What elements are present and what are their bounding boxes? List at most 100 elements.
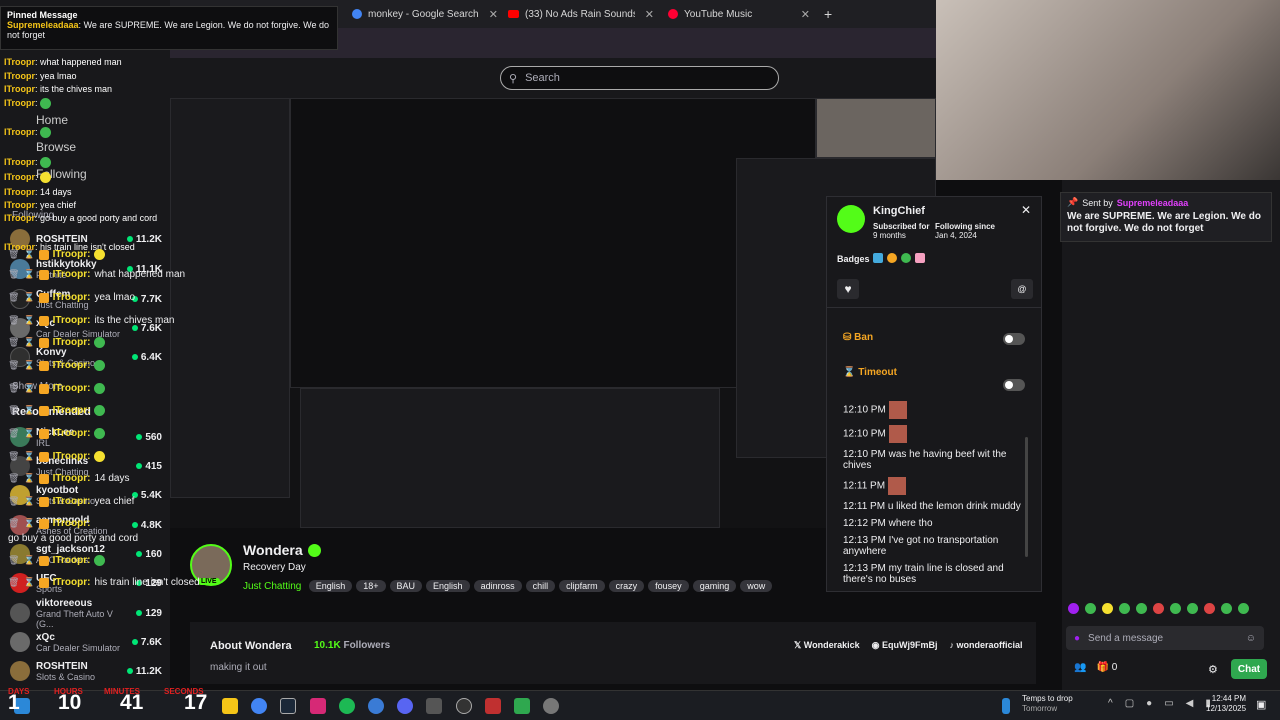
network-icon[interactable]: ▭ [1164,698,1173,709]
chat-user[interactable]: ITroopr: [53,405,91,416]
chat-send-button[interactable]: Chat [1231,659,1267,679]
chat-user[interactable]: ITroopr: [53,315,91,326]
settings-icon[interactable] [543,698,559,714]
delete-icon[interactable]: 🗑 [8,337,19,348]
tag-chip[interactable]: chill [525,580,556,592]
volume-icon[interactable]: ◀ [1186,698,1194,709]
mic-icon[interactable]: ● [1146,698,1152,709]
timeout-icon[interactable]: ⌛ [23,249,34,260]
chat-user[interactable]: ITroopr: [53,249,91,260]
chat-message-input[interactable]: ● Send a message ☺ [1066,626,1264,650]
category-link[interactable]: Just Chatting [243,581,301,592]
chat-user[interactable]: ITroopr: [53,473,91,484]
delete-icon[interactable]: 🗑 [8,518,19,529]
timeout-icon[interactable]: ⌛ [23,496,34,507]
heart-icon[interactable]: ♥ [837,279,859,299]
x-link[interactable]: 𝕏 Wonderakick [794,640,860,651]
tag-chip[interactable]: 18+ [356,580,386,592]
kick-icon[interactable] [514,698,530,714]
timeout-icon[interactable]: ⌛ [23,337,34,348]
tab-youtube-music[interactable]: YouTube Music ✕ [668,4,810,24]
discord-icon[interactable] [397,698,413,714]
users-icon[interactable]: 👥 [1074,662,1086,673]
timeout-icon[interactable]: ⌛ [23,577,34,588]
chat-user[interactable]: ITroopr: [53,577,91,588]
search-input[interactable]: ⚲ Search [500,66,779,90]
timeout-icon[interactable]: ⌛ [23,518,34,529]
timeout-icon[interactable]: ⌛ [23,360,34,371]
app-icon[interactable] [426,698,442,714]
emote-icon[interactable] [1187,603,1198,614]
weather-widget[interactable]: Temps to drop Tomorrow [1022,694,1073,714]
streamer-name[interactable]: Wondera [243,542,303,558]
delete-icon[interactable]: 🗑 [8,473,19,484]
timeout-icon[interactable]: ⌛ [23,383,34,394]
chat-user[interactable]: ITroopr: [53,337,91,348]
tag-chip[interactable]: gaming [692,580,737,592]
scrollbar[interactable] [1025,437,1028,557]
emote-icon[interactable] [1136,603,1147,614]
delete-icon[interactable]: 🗑 [8,555,19,566]
tag-chip[interactable]: BAU [389,580,423,592]
emote-icon[interactable] [1204,603,1215,614]
delete-icon[interactable]: 🗑 [8,496,19,507]
emote-icon[interactable] [1119,603,1130,614]
emote-icon[interactable] [1153,603,1164,614]
tab-rain-sounds[interactable]: (33) No Ads Rain Sounds for Sle ✕ [508,4,654,24]
timeout-icon[interactable]: ⌛ [23,428,34,439]
tag-chip[interactable]: fousey [648,580,689,592]
chat-user[interactable]: ITroopr: [53,383,91,394]
app-icon[interactable] [368,698,384,714]
timeout-icon[interactable]: ⌛ [23,555,34,566]
emoji-icon[interactable]: ☺ [1246,633,1256,644]
delete-icon[interactable]: 🗑 [8,315,19,326]
timeout-icon[interactable]: ⌛ [23,451,34,462]
delete-icon[interactable]: 🗑 [8,249,19,260]
delete-icon[interactable]: 🗑 [8,451,19,462]
sidebar-item-viktoreeous[interactable]: viktoreeous Grand Theft Auto V (G... 129 [10,598,162,629]
chat-user[interactable]: ITroopr: [53,518,91,529]
discord-link[interactable]: ◉ EquWj9FmBj [872,640,938,651]
chat-user[interactable]: ITroopr: [53,451,91,462]
delete-icon[interactable]: 🗑 [8,292,19,303]
chat-user[interactable]: ITroopr: [53,555,91,566]
file-explorer-icon[interactable] [222,698,238,714]
chat-user[interactable]: ITroopr: [53,360,91,371]
tag-chip[interactable]: adinross [473,580,522,592]
steam-icon[interactable] [280,698,296,714]
tiktok-link[interactable]: ♪ wonderaofficial [949,640,1022,651]
notification-icon[interactable]: ▣ [1256,698,1266,711]
close-icon[interactable]: ✕ [1021,203,1031,217]
settings-icon[interactable]: ⚙ [1208,663,1218,676]
close-icon[interactable]: ✕ [801,8,810,21]
chat-user[interactable]: ITroopr: [53,428,91,439]
tray-icon[interactable]: ▢ [1125,698,1134,709]
ban-toggle[interactable] [1003,333,1025,345]
emote-icon[interactable] [1085,603,1096,614]
chat-user[interactable]: ITroopr: [53,292,91,303]
timeout-toggle[interactable] [1003,379,1025,391]
delete-icon[interactable]: 🗑 [8,383,19,394]
timeout-icon[interactable]: ⌛ [23,405,34,416]
new-tab-button[interactable]: + [824,4,832,24]
emote-icon[interactable] [1221,603,1232,614]
delete-icon[interactable]: 🗑 [8,269,19,280]
chrome-icon[interactable] [251,698,267,714]
instagram-icon[interactable] [310,698,326,714]
tag-chip[interactable]: English [308,580,353,592]
nav-browse[interactable]: Browse [36,140,76,154]
tab-google-search[interactable]: monkey - Google Search ✕ [352,4,498,24]
emote-icon[interactable] [1238,603,1249,614]
delete-icon[interactable]: 🗑 [8,428,19,439]
chat-user[interactable]: ITroopr: [53,269,91,280]
chat-user[interactable]: ITroopr: [53,496,91,507]
delete-icon[interactable]: 🗑 [8,360,19,371]
nav-home[interactable]: Home [36,113,68,127]
timeout-icon[interactable]: ⌛ [23,292,34,303]
close-icon[interactable]: ✕ [489,8,498,21]
app-icon[interactable] [485,698,501,714]
emote-icon[interactable] [1170,603,1181,614]
delete-icon[interactable]: 🗑 [8,405,19,416]
mention-icon[interactable]: @ [1011,279,1033,299]
timeout-icon[interactable]: ⌛ [23,315,34,326]
